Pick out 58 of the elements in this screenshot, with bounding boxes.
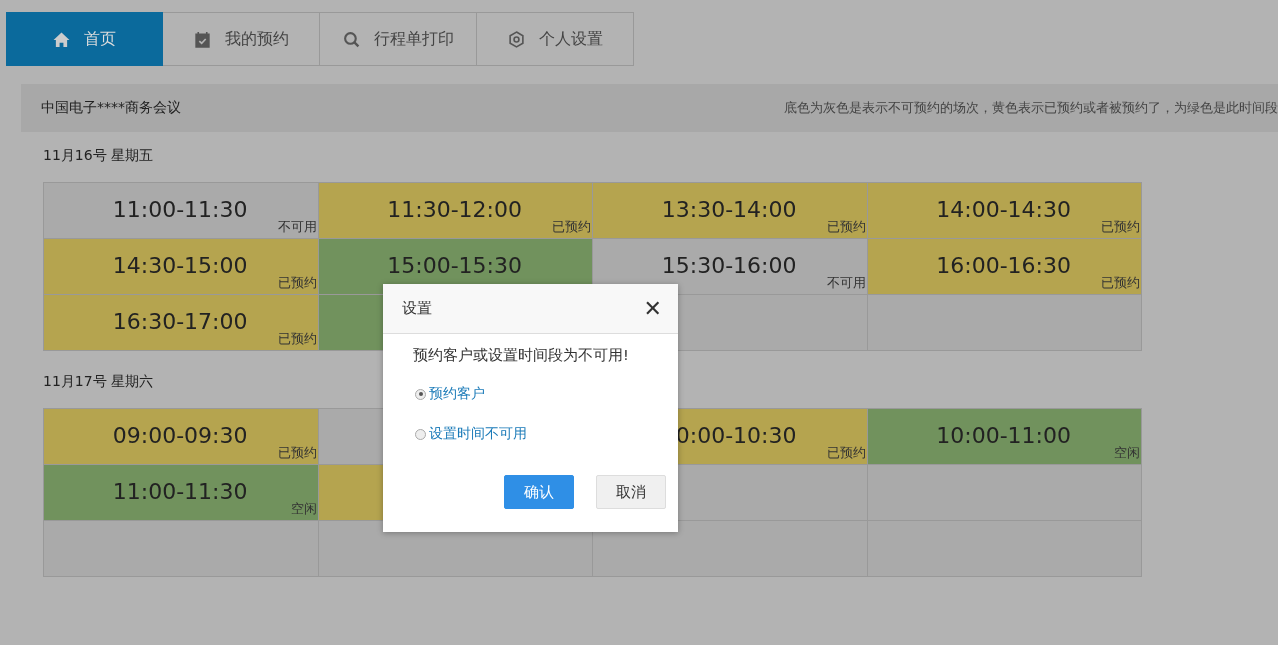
slot-status: 已预约 [826,219,866,236]
date-label: 11月17号 星期六 [43,373,155,391]
radio-button[interactable] [415,428,426,440]
slot-time: 10:00-11:00 [936,423,1071,450]
time-slot[interactable]: 16:00-16:30 已预约 [867,239,1142,295]
nav-tab[interactable]: 我的预约 [163,12,320,66]
slot-time: 13:30-14:00 [661,197,797,224]
slot-status: 已预约 [277,445,317,462]
slot-status: 不可用 [277,219,317,236]
time-slot[interactable]: 11:00-11:30 空闲 [44,465,319,521]
time-slot[interactable]: 11:30-12:00 已预约 [318,183,593,239]
slot-status: 空闲 [290,501,317,518]
nav-tab[interactable]: 首页 [6,12,163,66]
search-icon [342,30,360,48]
close-button[interactable]: ✕ [643,296,662,321]
time-slot[interactable]: 13:30-14:00 已预约 [593,183,868,239]
slot-time: 14:00-14:30 [936,197,1071,224]
slot-status: 空闲 [1114,445,1140,462]
time-slot[interactable]: 14:30-15:00 已预约 [44,239,319,295]
time-slot[interactable]: 10:00-11:00 空闲 [867,409,1142,465]
slot-time: 11:00-11:30 [112,479,248,506]
time-slot[interactable]: 15:30-16:00 不可用 [593,239,868,295]
time-slot[interactable]: 09:00-09:30 已预约 [44,409,319,465]
slot-time: 11:00-11:30 [112,197,248,224]
nav-tab[interactable]: 行程单打印 [320,12,477,66]
radio-option[interactable]: 预约客户 [415,385,648,403]
color-legend-text: 底色为灰色是表示不可预约的场次，黄色表示已预约或者被预约了，为绿色是此时间段 [784,99,1278,117]
slot-status: 已预约 [1101,219,1140,236]
date-label: 11月16号 星期五 [43,147,155,165]
time-slot[interactable]: 16:30-17:00 已预约 [44,295,319,351]
meeting-title: 中国电子****商务会议 [41,99,181,117]
calendar-icon [193,30,211,48]
slot-time: 0:00-10:30 [675,423,797,450]
slot-time: 14:30-15:00 [112,253,248,280]
slot-status: 已预约 [552,219,591,236]
slot-status: 已预约 [826,445,866,462]
slot-status: 已预约 [277,275,317,292]
time-slot[interactable]: 11:00-11:30 不可用 [44,183,319,239]
slot-status: 已预约 [277,331,317,348]
dialog-message: 预约客户或设置时间段为不可用! [413,346,630,365]
slot-status: 不可用 [826,275,866,292]
slot-time: 11:30-12:00 [387,197,522,224]
cancel-button[interactable]: 取消 [596,475,666,509]
settings-icon [507,30,525,48]
nav-tab[interactable]: 个人设置 [477,12,634,66]
dialog-title: 设置 [402,299,432,318]
slot-time: 15:30-16:00 [661,253,797,280]
option-label: 预约客户 [429,385,485,403]
confirm-button[interactable]: 确认 [504,475,574,509]
slot-time: 16:00-16:30 [936,253,1071,280]
time-slot[interactable]: 14:00-14:30 已预约 [867,183,1142,239]
slot-status: 已预约 [1101,275,1140,292]
radio-button[interactable] [415,388,426,400]
slot-time: 16:30-17:00 [112,309,248,336]
option-label: 设置时间不可用 [429,425,527,443]
home-icon [53,30,70,48]
slot-time: 09:00-09:30 [112,423,248,450]
slot-time: 15:00-15:30 [387,253,522,280]
